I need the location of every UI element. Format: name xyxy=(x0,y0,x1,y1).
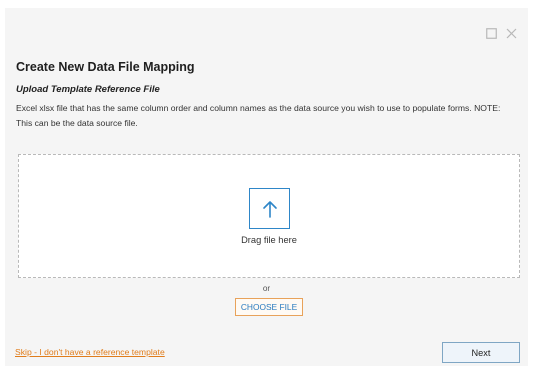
dialog-title: Create New Data File Mapping xyxy=(16,60,195,74)
section-subtitle: Upload Template Reference File xyxy=(16,84,160,95)
upload-icon-box[interactable] xyxy=(249,188,290,229)
maximize-icon[interactable] xyxy=(484,26,498,40)
upload-description: Excel xlsx file that has the same column… xyxy=(16,103,501,128)
choose-file-button[interactable]: CHOOSE FILE xyxy=(235,298,303,316)
skip-reference-template-link[interactable]: Skip - I don't have a reference template xyxy=(15,347,165,357)
data-file-mapping-dialog: Create New Data File Mapping Upload Temp… xyxy=(5,8,528,366)
next-button[interactable]: Next xyxy=(442,342,520,363)
drag-file-label: Drag file here xyxy=(241,235,297,245)
window-controls xyxy=(484,26,518,40)
arrow-up-icon xyxy=(262,200,277,218)
file-drop-zone[interactable]: Drag file here xyxy=(18,154,520,278)
close-icon[interactable] xyxy=(504,26,518,40)
or-separator: or xyxy=(262,284,271,293)
